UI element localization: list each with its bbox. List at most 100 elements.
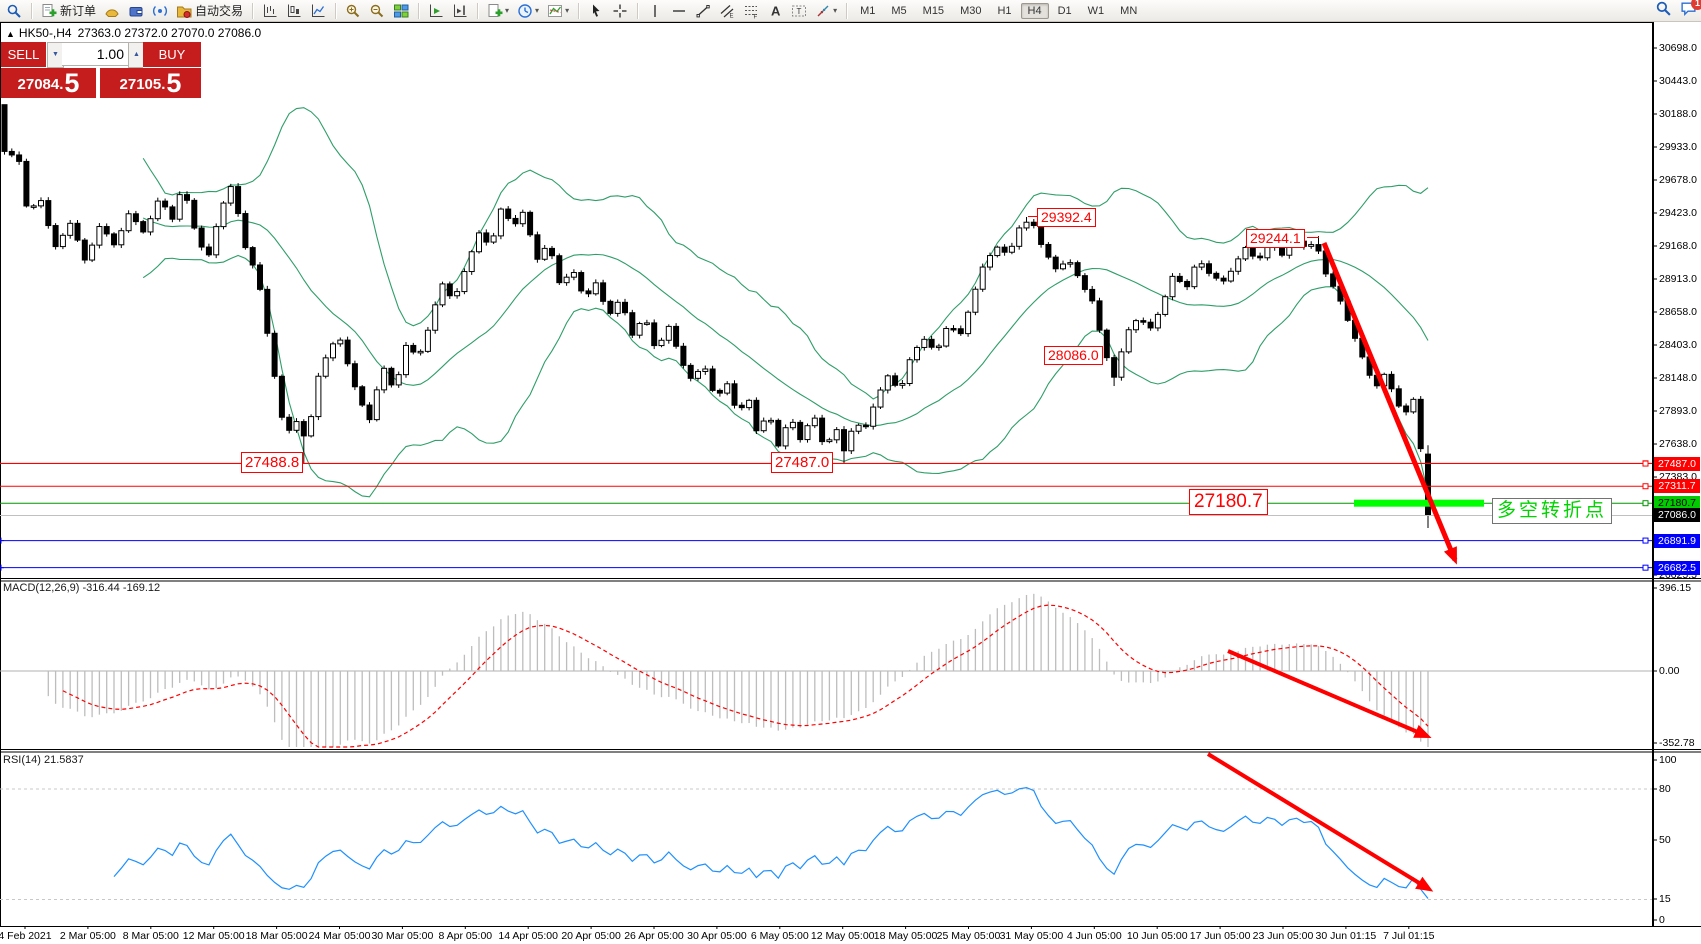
buy-price[interactable]: 27105.5 bbox=[100, 68, 201, 98]
vline-button[interactable] bbox=[644, 0, 666, 21]
price-badge-27086.0: 27086.0 bbox=[1654, 508, 1700, 522]
indicators-button[interactable]: ▾ bbox=[544, 0, 572, 21]
autotrade-button[interactable]: 自动交易 bbox=[173, 0, 246, 21]
price-label-28086[interactable]: 28086.0 bbox=[1044, 346, 1103, 365]
trade-panel-top: SELL ▼ ▲ BUY bbox=[1, 42, 201, 68]
cursor-icon bbox=[588, 3, 604, 19]
chart-candles-button[interactable] bbox=[283, 0, 305, 21]
trendline-button[interactable] bbox=[692, 0, 714, 21]
wallet-button[interactable] bbox=[125, 0, 147, 21]
templates-button[interactable]: ▾ bbox=[484, 0, 512, 21]
timeframe-M15[interactable]: M15 bbox=[916, 3, 951, 19]
time-axis-label: 18 Mar 05:00 bbox=[246, 930, 308, 942]
label-button[interactable]: T bbox=[788, 0, 810, 21]
price-badge-26682.5: 26682.5 bbox=[1654, 561, 1700, 575]
y-axis-label: 28403.0 bbox=[1659, 339, 1697, 351]
zoom-in-button[interactable] bbox=[342, 0, 364, 21]
hline-button[interactable] bbox=[668, 0, 690, 21]
y-axis-label: 29168.0 bbox=[1659, 240, 1697, 252]
quick-search-icon bbox=[6, 3, 22, 19]
arrows-button[interactable]: ▾ bbox=[812, 0, 840, 21]
time-axis-label: 4 Feb 2021 bbox=[0, 930, 52, 942]
fibonacci-button[interactable]: F bbox=[740, 0, 762, 21]
price-label-27487[interactable]: 27487.0 bbox=[771, 452, 833, 473]
timeframe-D1[interactable]: D1 bbox=[1051, 3, 1079, 19]
price-badge-27311.7: 27311.7 bbox=[1654, 479, 1700, 493]
y-axis-label: 30188.0 bbox=[1659, 108, 1697, 120]
macd-scale-label: -352.78 bbox=[1659, 737, 1695, 749]
sell-price[interactable]: 27084.5 bbox=[1, 68, 96, 98]
toolbar-group bbox=[256, 0, 332, 21]
quick-search-button[interactable] bbox=[3, 0, 25, 21]
macd-indicator-label: MACD(12,26,9) -316.44 -169.12 bbox=[3, 582, 160, 594]
time-axis-label: 8 Apr 05:00 bbox=[438, 930, 492, 942]
new-order-button[interactable]: 新订单 bbox=[38, 0, 99, 21]
y-axis-label: 27893.0 bbox=[1659, 405, 1697, 417]
lot-size-input[interactable] bbox=[62, 42, 128, 66]
timeframe-H1[interactable]: H1 bbox=[990, 3, 1018, 19]
periods-icon bbox=[517, 3, 533, 19]
gold-ingot-icon bbox=[104, 3, 120, 19]
periods-button[interactable]: ▾ bbox=[514, 0, 542, 21]
channel-button[interactable]: E bbox=[716, 0, 738, 21]
rsi-scale-label: 100 bbox=[1659, 754, 1677, 766]
timeframe-M1[interactable]: M1 bbox=[853, 3, 882, 19]
chart-line-button[interactable] bbox=[307, 0, 329, 21]
dropdown-caret-icon[interactable]: ▾ bbox=[505, 6, 509, 15]
time-axis-label: 7 Jul 01:15 bbox=[1383, 930, 1434, 942]
zoom-out-button[interactable] bbox=[366, 0, 388, 21]
signal-button[interactable] bbox=[149, 0, 171, 21]
timeframe-M30[interactable]: M30 bbox=[953, 3, 988, 19]
chart-shift-button[interactable] bbox=[449, 0, 471, 21]
y-axis-label: 30698.0 bbox=[1659, 42, 1697, 54]
search-button[interactable] bbox=[1655, 0, 1672, 22]
dropdown-caret-icon[interactable]: ▾ bbox=[535, 6, 539, 15]
text-button[interactable]: A bbox=[764, 0, 786, 21]
chart-bars-icon bbox=[262, 3, 278, 19]
toolbar-separator bbox=[418, 3, 419, 19]
chart-bars-button[interactable] bbox=[259, 0, 281, 21]
crosshair-button[interactable] bbox=[609, 0, 631, 21]
chat-button[interactable]: 1 bbox=[1680, 0, 1697, 22]
price-label-29244[interactable]: 29244.1 bbox=[1246, 229, 1305, 248]
timeframe-MN[interactable]: MN bbox=[1113, 3, 1144, 19]
new-order-label: 新订单 bbox=[60, 2, 96, 19]
cursor-button[interactable] bbox=[585, 0, 607, 21]
gold-ingot-button[interactable] bbox=[101, 0, 123, 21]
timeframe-M5[interactable]: M5 bbox=[884, 3, 913, 19]
rsi-scale-label: 50 bbox=[1659, 834, 1671, 846]
turning-point-label[interactable]: 多空转折点 bbox=[1492, 498, 1612, 524]
toolbar: 新订单 自动交易 ▾ ▾ ▾ EFAT ▾ M1M5M15M30H1H4D1W1MN 1 bbox=[0, 0, 1701, 22]
symbol-timeframe: HK50-,H4 bbox=[19, 26, 72, 40]
time-axis-label: 12 May 05:00 bbox=[811, 930, 875, 942]
toolbar-group bbox=[422, 0, 474, 21]
time-axis-label: 4 Jun 05:00 bbox=[1067, 930, 1122, 942]
time-axis-label: 31 May 05:00 bbox=[1000, 930, 1064, 942]
dropdown-caret-icon[interactable]: ▾ bbox=[833, 6, 837, 15]
timeframe-H4[interactable]: H4 bbox=[1021, 3, 1049, 19]
dropdown-caret-icon[interactable]: ▾ bbox=[565, 6, 569, 15]
sell-button[interactable]: SELL bbox=[1, 42, 46, 68]
y-axis-label: 28913.0 bbox=[1659, 273, 1697, 285]
tile-windows-button[interactable] bbox=[390, 0, 412, 21]
auto-scroll-button[interactable] bbox=[425, 0, 447, 21]
turning-point-highlight[interactable] bbox=[1354, 500, 1484, 507]
vline-icon bbox=[647, 3, 663, 19]
timeframe-group: M1M5M15M30H1H4D1W1MN bbox=[850, 0, 1147, 21]
price-label-27488[interactable]: 27488.8 bbox=[241, 452, 303, 473]
y-axis-label: 29678.0 bbox=[1659, 174, 1697, 186]
rsi-scale-label: 15 bbox=[1659, 893, 1671, 905]
y-axis-label: 30443.0 bbox=[1659, 75, 1697, 87]
collapse-panel-icon[interactable]: ▲ bbox=[6, 29, 15, 39]
toolbar-group: EFAT ▾ bbox=[641, 0, 843, 21]
text-icon: A bbox=[767, 3, 783, 19]
timeframe-W1[interactable]: W1 bbox=[1081, 3, 1112, 19]
toolbar-separator bbox=[477, 3, 478, 19]
sell-price-main: 27084 bbox=[18, 72, 60, 98]
buy-button[interactable]: BUY bbox=[143, 42, 201, 68]
price-label-29392[interactable]: 29392.4 bbox=[1037, 208, 1096, 227]
price-label-27180[interactable]: 27180.7 bbox=[1189, 489, 1268, 515]
toolbar-separator bbox=[31, 3, 32, 19]
time-axis-label: 23 Jun 05:00 bbox=[1253, 930, 1314, 942]
indicators-icon bbox=[547, 3, 563, 19]
